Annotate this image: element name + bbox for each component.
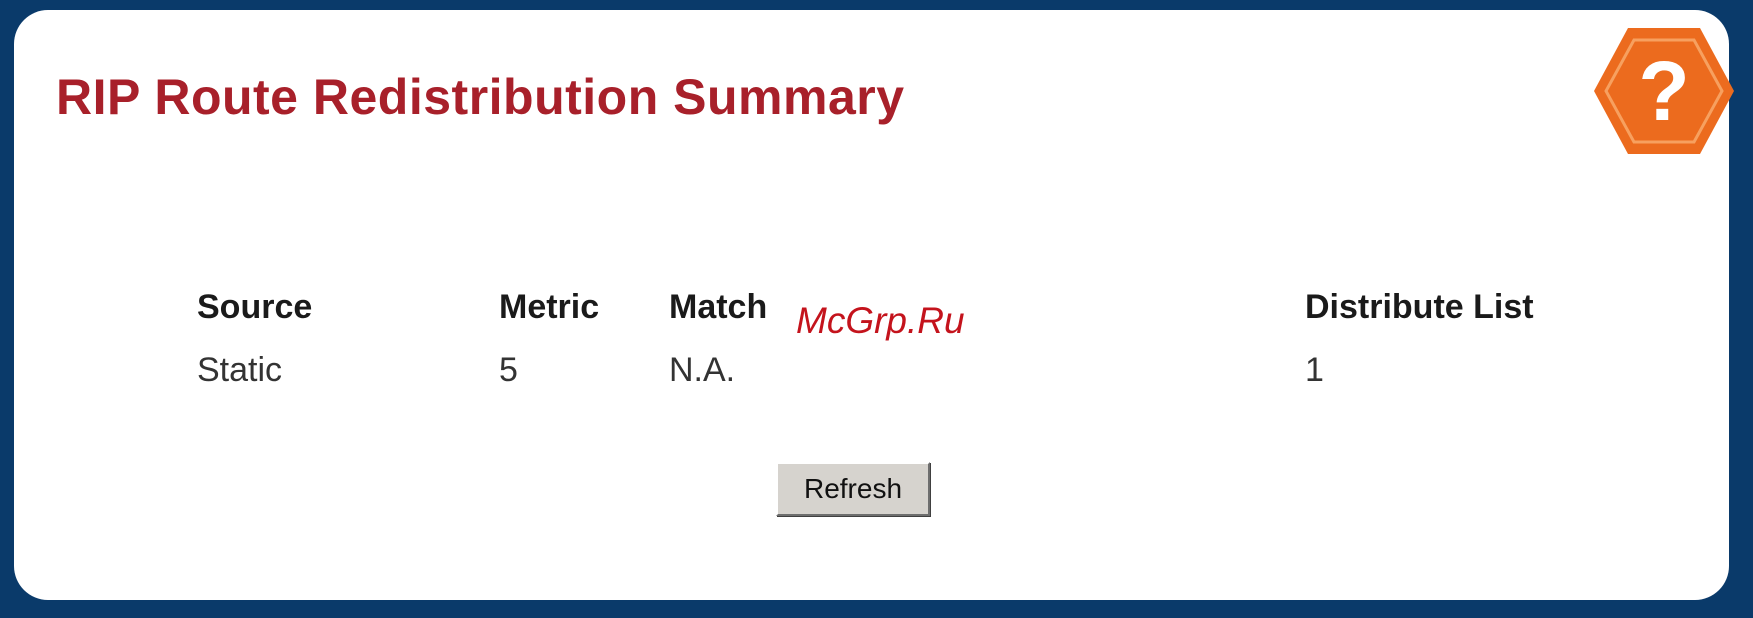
cell-source: Static — [197, 351, 283, 389]
cell-metric: 5 — [499, 351, 518, 389]
help-question-icon[interactable]: ? — [1590, 24, 1738, 158]
header-match: Match — [669, 288, 768, 326]
refresh-button[interactable]: Refresh — [776, 462, 930, 516]
header-metric: Metric — [499, 288, 600, 326]
watermark-text: McGrp.Ru — [796, 300, 965, 341]
page-title: RIP Route Redistribution Summary — [56, 69, 905, 125]
header-distribute-list: Distribute List — [1305, 288, 1534, 326]
help-glyph: ? — [1638, 44, 1689, 138]
header-source: Source — [197, 288, 313, 326]
content-panel: RIP Route Redistribution Summary ? Sourc… — [14, 10, 1734, 600]
cell-distribute-list: 1 — [1305, 351, 1324, 389]
help-icon-graphic: ? — [1594, 28, 1734, 154]
cell-match: N.A. — [669, 351, 736, 389]
window-frame: RIP Route Redistribution Summary ? Sourc… — [0, 0, 1753, 618]
